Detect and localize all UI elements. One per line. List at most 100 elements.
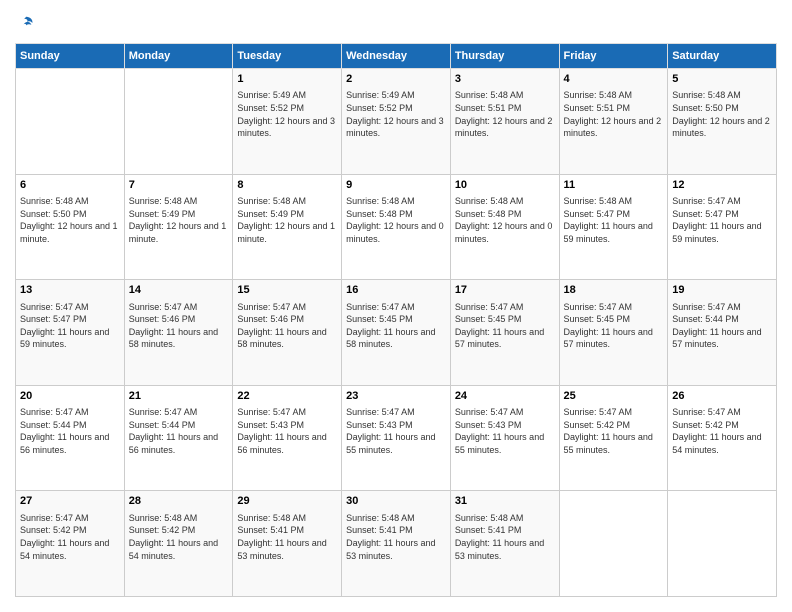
cell-content: Sunrise: 5:47 AM Sunset: 5:45 PM Dayligh… [455,301,555,351]
calendar-cell: 17 Sunrise: 5:47 AM Sunset: 5:45 PM Dayli… [450,280,559,386]
calendar-cell: 4 Sunrise: 5:48 AM Sunset: 5:51 PM Daylig… [559,69,668,175]
day-number: 24 [455,389,555,404]
day-number: 2 [346,72,446,87]
day-number: 27 [20,494,120,509]
day-number: 18 [564,283,664,298]
calendar-cell: 19 Sunrise: 5:47 AM Sunset: 5:44 PM Dayli… [668,280,777,386]
cell-content: Sunrise: 5:47 AM Sunset: 5:43 PM Dayligh… [346,406,446,456]
cell-content: Sunrise: 5:48 AM Sunset: 5:47 PM Dayligh… [564,195,664,245]
cell-content: Sunrise: 5:48 AM Sunset: 5:49 PM Dayligh… [129,195,229,245]
calendar-cell: 22Sunrise: 5:47 AM Sunset: 5:43 PM Dayli… [233,385,342,491]
day-header-thursday: Thursday [450,44,559,69]
day-number: 12 [672,178,772,193]
day-number: 13 [20,283,120,298]
calendar-cell: 10 Sunrise: 5:48 AM Sunset: 5:48 PM Dayli… [450,174,559,280]
day-number: 11 [564,178,664,193]
calendar-cell: 3 Sunrise: 5:48 AM Sunset: 5:51 PM Daylig… [450,69,559,175]
calendar: SundayMondayTuesdayWednesdayThursdayFrid… [15,43,777,597]
cell-content: Sunrise: 5:48 AM Sunset: 5:41 PM Dayligh… [237,512,337,562]
calendar-cell: 30 Sunrise: 5:48 AM Sunset: 5:41 PM Dayli… [342,491,451,597]
cell-content: Sunrise: 5:48 AM Sunset: 5:48 PM Dayligh… [346,195,446,245]
calendar-cell: 6Sunrise: 5:48 AM Sunset: 5:50 PM Daylig… [16,174,125,280]
day-number: 20 [20,389,120,404]
cell-content: Sunrise: 5:48 AM Sunset: 5:51 PM Dayligh… [455,89,555,139]
calendar-cell: 21 Sunrise: 5:47 AM Sunset: 5:44 PM Dayli… [124,385,233,491]
calendar-cell: 31 Sunrise: 5:48 AM Sunset: 5:41 PM Dayli… [450,491,559,597]
calendar-cell [668,491,777,597]
day-number: 3 [455,72,555,87]
day-number: 16 [346,283,446,298]
calendar-cell: 11 Sunrise: 5:48 AM Sunset: 5:47 PM Dayli… [559,174,668,280]
calendar-cell: 8 Sunrise: 5:48 AM Sunset: 5:49 PM Daylig… [233,174,342,280]
cell-content: Sunrise: 5:48 AM Sunset: 5:41 PM Dayligh… [346,512,446,562]
day-number: 7 [129,178,229,193]
calendar-cell: 27 Sunrise: 5:47 AM Sunset: 5:42 PM Dayli… [16,491,125,597]
day-header-tuesday: Tuesday [233,44,342,69]
calendar-cell: 15 Sunrise: 5:47 AM Sunset: 5:46 PM Dayli… [233,280,342,386]
cell-content: Sunrise: 5:47 AM Sunset: 5:46 PM Dayligh… [237,301,337,351]
day-number: 10 [455,178,555,193]
cell-content: Sunrise: 5:48 AM Sunset: 5:42 PM Dayligh… [129,512,229,562]
calendar-cell: 18 Sunrise: 5:47 AM Sunset: 5:45 PM Dayli… [559,280,668,386]
calendar-cell: 12 Sunrise: 5:47 AM Sunset: 5:47 PM Dayli… [668,174,777,280]
cell-content: Sunrise: 5:48 AM Sunset: 5:50 PM Dayligh… [672,89,772,139]
cell-content: Sunrise: 5:47 AM Sunset: 5:44 PM Dayligh… [20,406,120,456]
day-number: 22 [237,389,337,404]
header [15,15,777,33]
calendar-cell: 26 Sunrise: 5:47 AM Sunset: 5:42 PM Dayli… [668,385,777,491]
day-header-sunday: Sunday [16,44,125,69]
calendar-cell: 16 Sunrise: 5:47 AM Sunset: 5:45 PM Dayli… [342,280,451,386]
cell-content: Sunrise: 5:47 AM Sunset: 5:42 PM Dayligh… [672,406,772,456]
calendar-cell: 23 Sunrise: 5:47 AM Sunset: 5:43 PM Dayli… [342,385,451,491]
calendar-cell [559,491,668,597]
day-number: 26 [672,389,772,404]
calendar-cell: 2 Sunrise: 5:49 AM Sunset: 5:52 PM Daylig… [342,69,451,175]
day-header-friday: Friday [559,44,668,69]
logo-bird-icon [17,15,35,33]
cell-content: Sunrise: 5:47 AM Sunset: 5:42 PM Dayligh… [20,512,120,562]
calendar-cell: 20 Sunrise: 5:47 AM Sunset: 5:44 PM Dayli… [16,385,125,491]
cell-content: Sunrise: 5:47 AM Sunset: 5:44 PM Dayligh… [672,301,772,351]
day-number: 23 [346,389,446,404]
cell-content: Sunrise: 5:49 AM Sunset: 5:52 PM Dayligh… [346,89,446,139]
day-number: 25 [564,389,664,404]
cell-content: Sunrise: 5:48 AM Sunset: 5:51 PM Dayligh… [564,89,664,139]
day-header-wednesday: Wednesday [342,44,451,69]
day-number: 17 [455,283,555,298]
cell-content: Sunrise: 5:47 AM Sunset: 5:47 PM Dayligh… [672,195,772,245]
calendar-cell [124,69,233,175]
day-number: 31 [455,494,555,509]
calendar-cell: 5 Sunrise: 5:48 AM Sunset: 5:50 PM Daylig… [668,69,777,175]
cell-content: Sunrise: 5:48 AM Sunset: 5:50 PM Dayligh… [20,195,120,245]
calendar-cell: 14Sunrise: 5:47 AM Sunset: 5:46 PM Dayli… [124,280,233,386]
day-number: 1 [237,72,337,87]
cell-content: Sunrise: 5:48 AM Sunset: 5:48 PM Dayligh… [455,195,555,245]
day-number: 19 [672,283,772,298]
day-number: 8 [237,178,337,193]
calendar-cell: 1Sunrise: 5:49 AM Sunset: 5:52 PM Daylig… [233,69,342,175]
cell-content: Sunrise: 5:47 AM Sunset: 5:45 PM Dayligh… [564,301,664,351]
cell-content: Sunrise: 5:47 AM Sunset: 5:43 PM Dayligh… [455,406,555,456]
day-number: 5 [672,72,772,87]
cell-content: Sunrise: 5:47 AM Sunset: 5:47 PM Dayligh… [20,301,120,351]
cell-content: Sunrise: 5:47 AM Sunset: 5:45 PM Dayligh… [346,301,446,351]
cell-content: Sunrise: 5:48 AM Sunset: 5:49 PM Dayligh… [237,195,337,245]
day-number: 30 [346,494,446,509]
cell-content: Sunrise: 5:47 AM Sunset: 5:44 PM Dayligh… [129,406,229,456]
day-number: 21 [129,389,229,404]
day-number: 15 [237,283,337,298]
day-number: 28 [129,494,229,509]
calendar-cell: 7 Sunrise: 5:48 AM Sunset: 5:49 PM Daylig… [124,174,233,280]
cell-content: Sunrise: 5:47 AM Sunset: 5:42 PM Dayligh… [564,406,664,456]
calendar-cell: 28 Sunrise: 5:48 AM Sunset: 5:42 PM Dayli… [124,491,233,597]
calendar-cell: 29Sunrise: 5:48 AM Sunset: 5:41 PM Dayli… [233,491,342,597]
calendar-cell [16,69,125,175]
calendar-cell: 9Sunrise: 5:48 AM Sunset: 5:48 PM Daylig… [342,174,451,280]
calendar-cell: 25 Sunrise: 5:47 AM Sunset: 5:42 PM Dayli… [559,385,668,491]
day-header-saturday: Saturday [668,44,777,69]
cell-content: Sunrise: 5:48 AM Sunset: 5:41 PM Dayligh… [455,512,555,562]
calendar-cell: 13 Sunrise: 5:47 AM Sunset: 5:47 PM Dayli… [16,280,125,386]
day-header-monday: Monday [124,44,233,69]
day-number: 4 [564,72,664,87]
calendar-cell: 24 Sunrise: 5:47 AM Sunset: 5:43 PM Dayli… [450,385,559,491]
